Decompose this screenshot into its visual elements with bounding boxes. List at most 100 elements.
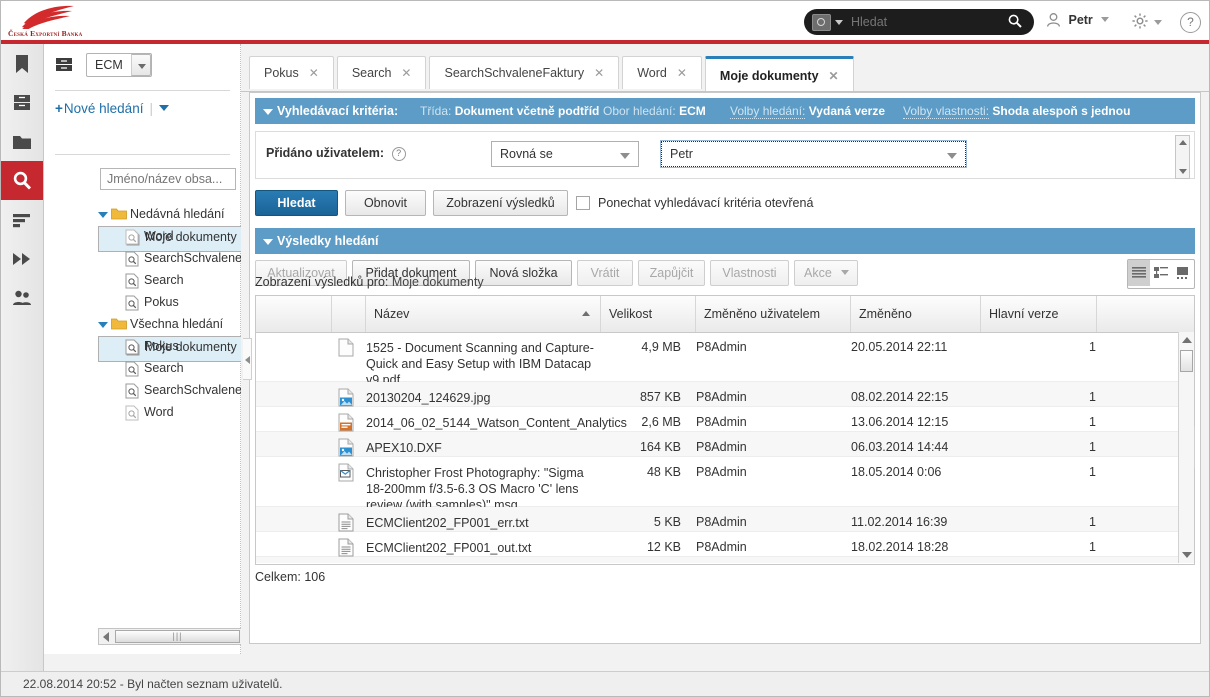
close-icon[interactable]: ✕ bbox=[594, 66, 604, 80]
thumbnail-view-button[interactable] bbox=[1172, 260, 1194, 286]
repository-selector[interactable]: ECM bbox=[55, 53, 152, 77]
checkin-button[interactable]: Vrátit bbox=[577, 260, 633, 286]
close-icon[interactable]: ✕ bbox=[401, 66, 411, 80]
thumbnail-view-icon bbox=[1177, 267, 1188, 279]
cell-size: 164 KB bbox=[639, 440, 681, 454]
rail-item-forward[interactable] bbox=[1, 239, 43, 278]
rail-item-bookmarks[interactable] bbox=[1, 44, 43, 83]
table-row[interactable]: 1525 - Document Scanning and Capture-Qui… bbox=[256, 332, 1178, 387]
tab-label: SearchSchvaleneFaktury bbox=[444, 66, 585, 80]
tab-pokus[interactable]: Pokus ✕ bbox=[249, 56, 334, 89]
help-icon[interactable]: ? bbox=[391, 147, 406, 161]
rail-item-search[interactable] bbox=[1, 161, 43, 200]
actions-button[interactable]: Akce bbox=[794, 260, 858, 286]
rail-item-users[interactable] bbox=[1, 278, 43, 317]
user-menu[interactable]: Petr bbox=[1046, 13, 1110, 27]
tree-item-label: Pokus bbox=[144, 295, 179, 309]
view-results-button[interactable]: Zobrazení výsledků bbox=[433, 190, 568, 216]
criteria-property-options[interactable]: Volby vlastnosti: Shoda alespoň s jednou bbox=[903, 98, 1130, 124]
checkout-button[interactable]: Zapůjčit bbox=[638, 260, 705, 286]
value-dropdown[interactable]: Petr bbox=[660, 140, 967, 168]
operator-dropdown[interactable]: Rovná se bbox=[491, 141, 639, 167]
global-search-box[interactable] bbox=[804, 9, 1034, 35]
rail-item-cabinet[interactable] bbox=[1, 83, 43, 122]
magnifier-icon[interactable] bbox=[1008, 14, 1022, 28]
cell-modified: 20.05.2014 22:11 bbox=[851, 340, 948, 354]
table-row[interactable]: ECMClient202_FP001_err.txt 5 KB P8Admin … bbox=[256, 507, 1178, 532]
search-scope-icon[interactable] bbox=[812, 14, 831, 31]
reset-button[interactable]: Obnovit bbox=[345, 190, 426, 216]
chevron-down-icon[interactable] bbox=[620, 153, 630, 159]
chevron-down-icon[interactable] bbox=[835, 20, 843, 25]
scroll-left-arrow-icon[interactable] bbox=[103, 632, 109, 642]
close-icon[interactable]: ✕ bbox=[677, 66, 687, 80]
scrollbar-thumb[interactable] bbox=[1180, 350, 1193, 372]
scroll-up-arrow-icon[interactable] bbox=[1182, 337, 1192, 343]
status-bar: 22.08.2014 20:52 - Byl načten seznam uži… bbox=[1, 671, 1209, 696]
search-panel: Vyhledávací kritéria: Třída: Dokument vč… bbox=[243, 92, 1201, 644]
criteria-header-bar[interactable]: Vyhledávací kritéria: Třída: Dokument vč… bbox=[255, 98, 1195, 124]
criteria-search-options[interactable]: Volby hledání: Vydaná verze bbox=[730, 98, 885, 124]
folder-icon bbox=[111, 208, 127, 220]
chevron-down-icon[interactable] bbox=[158, 105, 169, 111]
th-major-version[interactable]: Hlavní verze bbox=[981, 296, 1097, 332]
chevron-down-icon[interactable] bbox=[98, 212, 108, 218]
rail-item-tasks[interactable] bbox=[1, 200, 43, 239]
list-view-button[interactable] bbox=[1128, 260, 1150, 286]
close-icon[interactable]: ✕ bbox=[829, 69, 839, 83]
th-modified[interactable]: Změněno bbox=[851, 296, 981, 332]
chevron-down-icon[interactable] bbox=[947, 153, 957, 159]
th-name[interactable]: Název bbox=[366, 296, 601, 332]
scroll-down-arrow-icon[interactable] bbox=[1182, 552, 1192, 558]
cell-modified-by: P8Admin bbox=[696, 465, 747, 479]
table-vertical-scrollbar[interactable] bbox=[1178, 332, 1194, 563]
new-search-link[interactable]: +Nové hledání | bbox=[55, 101, 169, 116]
chevron-down-icon[interactable] bbox=[98, 322, 108, 328]
divider: | bbox=[149, 101, 153, 116]
search-input[interactable] bbox=[849, 14, 1003, 30]
tree-view-button[interactable] bbox=[1150, 260, 1172, 286]
table-row[interactable]: 20130204_124629.jpg 857 KB P8Admin 08.02… bbox=[256, 382, 1178, 407]
chevron-down-icon[interactable] bbox=[1154, 20, 1162, 25]
sidebar-filter-input[interactable] bbox=[100, 168, 236, 190]
table-row[interactable]: Christopher Frost Photography: "Sigma 18… bbox=[256, 457, 1178, 512]
scroll-up-arrow-icon[interactable] bbox=[1179, 140, 1187, 145]
close-icon[interactable]: ✕ bbox=[309, 66, 319, 80]
results-header-bar[interactable]: Výsledky hledání bbox=[255, 228, 1195, 254]
gear-icon[interactable] bbox=[1131, 12, 1149, 30]
saved-search-icon bbox=[125, 405, 139, 421]
tab-moje-dokumenty[interactable]: Moje dokumenty ✕ bbox=[704, 56, 854, 92]
chevron-down-icon[interactable] bbox=[263, 109, 273, 115]
table-row[interactable]: ECMClient202_FP001_out.txt 12 KB P8Admin… bbox=[256, 557, 1178, 563]
th-size[interactable]: Velikost bbox=[601, 296, 696, 332]
table-row[interactable]: 2014_06_02_5144_Watson_Content_Analytics… bbox=[256, 407, 1178, 432]
chevron-down-icon[interactable] bbox=[263, 239, 273, 245]
search-button[interactable]: Hledat bbox=[255, 190, 338, 216]
cell-version: 1 bbox=[1089, 340, 1096, 354]
tab-word[interactable]: Word ✕ bbox=[622, 56, 702, 89]
scroll-down-arrow-icon[interactable] bbox=[1179, 169, 1187, 174]
chevron-down-icon[interactable] bbox=[841, 270, 850, 275]
table-row[interactable]: ECMClient202_FP001_out.txt 12 KB P8Admin… bbox=[256, 532, 1178, 557]
criteria-vertical-scrollbar[interactable] bbox=[1175, 135, 1190, 179]
saved-search-icon bbox=[125, 339, 139, 355]
th-modified-by[interactable]: Změněno uživatelem bbox=[696, 296, 851, 332]
chevron-down-icon[interactable] bbox=[1101, 17, 1110, 22]
sidebar-collapse-handle[interactable] bbox=[243, 338, 252, 380]
scrollbar-thumb[interactable]: ||| bbox=[115, 630, 240, 643]
rail-item-folders[interactable] bbox=[1, 122, 43, 161]
table-body: 1525 - Document Scanning and Capture-Qui… bbox=[256, 332, 1178, 563]
table-row[interactable]: APEX10.DXF 164 KB P8Admin 06.03.2014 14:… bbox=[256, 432, 1178, 457]
image-file-icon bbox=[338, 388, 354, 407]
tab-bar: Pokus ✕ Search ✕ SearchSchvaleneFaktury ✕ W… bbox=[249, 56, 857, 92]
keep-criteria-open-checkbox[interactable] bbox=[576, 196, 590, 210]
saved-search-icon bbox=[125, 229, 139, 245]
chevron-down-icon[interactable] bbox=[130, 54, 151, 76]
new-folder-button[interactable]: Nová složka bbox=[475, 260, 572, 286]
tab-searchschvalenefaktury[interactable]: SearchSchvaleneFaktury ✕ bbox=[429, 56, 620, 89]
actions-label: Akce bbox=[804, 266, 832, 280]
help-icon[interactable]: ? bbox=[1180, 12, 1201, 33]
tab-search[interactable]: Search ✕ bbox=[336, 56, 427, 89]
repository-dropdown[interactable]: ECM bbox=[86, 53, 152, 77]
properties-button[interactable]: Vlastnosti bbox=[710, 260, 789, 286]
